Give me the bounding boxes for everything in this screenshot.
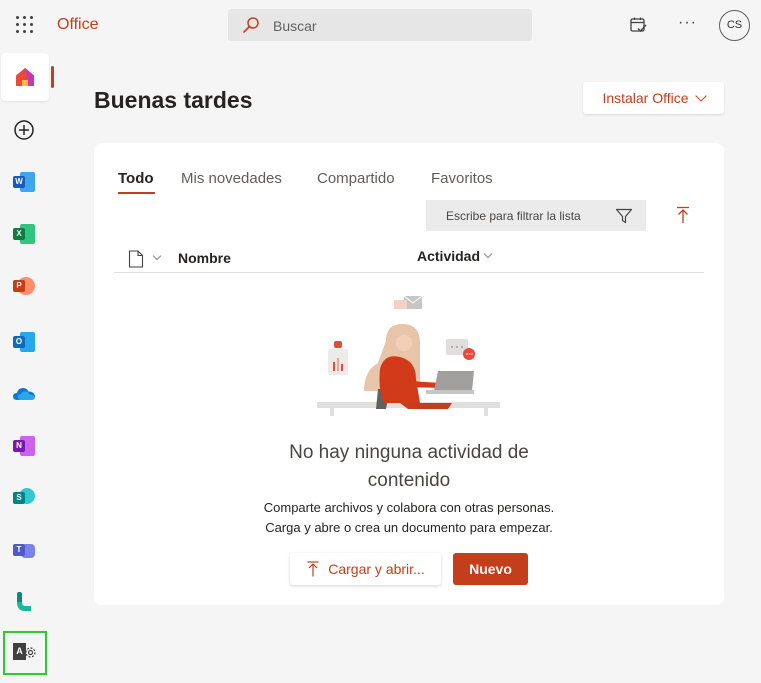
empty-title-line1: No hay ninguna actividad de — [289, 442, 529, 463]
empty-state-illustration — [317, 295, 500, 416]
app-rail: W X P O N S T — [0, 52, 49, 683]
rail-item-admin[interactable]: A — [3, 631, 47, 675]
user-avatar[interactable]: CS — [719, 10, 750, 41]
tab-mis-novedades[interactable]: Mis novedades — [181, 170, 282, 187]
rail-item-onedrive[interactable] — [0, 370, 48, 418]
app-launcher-icon[interactable] — [16, 16, 34, 34]
rail-item-create[interactable] — [0, 106, 48, 154]
tab-todo[interactable]: Todo — [118, 170, 154, 187]
home-icon — [16, 68, 34, 86]
filter-icon — [615, 208, 633, 224]
word-icon: W — [13, 172, 35, 192]
calendar-check-icon[interactable] — [628, 15, 648, 35]
rail-item-home[interactable] — [1, 53, 49, 101]
install-office-button[interactable]: Instalar Office — [583, 82, 724, 114]
teams-icon: T — [13, 540, 35, 560]
office-brand-link[interactable]: Office — [57, 16, 99, 34]
search-box[interactable]: Buscar — [228, 9, 532, 41]
filter-placeholder: Escribe para filtrar la lista — [446, 209, 581, 223]
rail-item-outlook[interactable]: O — [0, 318, 48, 366]
new-button[interactable]: Nuevo — [453, 553, 528, 585]
top-bar: Office Buscar ··· CS — [0, 0, 761, 52]
rail-item-onenote[interactable]: N — [0, 422, 48, 470]
empty-state-title: No hay ninguna actividad de contenido — [94, 439, 724, 495]
tab-favoritos[interactable]: Favoritos — [431, 170, 493, 187]
upload-icon[interactable] — [675, 206, 691, 224]
empty-sub-line2: Carga y abre o crea un documento para em… — [265, 520, 553, 535]
onenote-icon: N — [13, 436, 35, 456]
rail-item-bookings[interactable] — [0, 578, 48, 626]
bookings-icon — [17, 592, 31, 611]
active-tab-underline — [118, 192, 155, 194]
rail-item-teams[interactable]: T — [0, 526, 48, 574]
empty-title-line2: contenido — [367, 470, 451, 491]
gear-icon — [25, 647, 36, 658]
excel-icon: X — [13, 224, 35, 244]
outlook-icon: O — [13, 332, 35, 352]
chevron-down-icon[interactable] — [152, 251, 162, 261]
rail-item-word[interactable]: W — [0, 158, 48, 206]
install-office-label: Instalar Office — [602, 90, 689, 106]
powerpoint-icon: P — [13, 276, 35, 296]
chevron-down-icon[interactable] — [483, 249, 493, 259]
filter-input[interactable]: Escribe para filtrar la lista — [426, 200, 646, 231]
document-icon[interactable] — [128, 250, 144, 268]
table-header: Nombre Actividad — [114, 243, 704, 273]
sharepoint-icon: S — [13, 488, 35, 508]
search-icon — [243, 17, 259, 33]
chevron-down-icon — [694, 89, 707, 102]
empty-sub-line1: Comparte archivos y colabora con otras p… — [263, 500, 555, 515]
activity-card: Todo Mis novedades Compartido Favoritos … — [94, 143, 724, 605]
upload-icon — [307, 561, 319, 577]
rail-item-sharepoint[interactable]: S — [0, 474, 48, 522]
active-indicator — [51, 66, 54, 88]
empty-state-subtitle: Comparte archivos y colabora con otras p… — [94, 498, 724, 538]
column-header-nombre[interactable]: Nombre — [178, 250, 231, 266]
search-placeholder: Buscar — [273, 18, 317, 34]
more-options-button[interactable]: ··· — [678, 14, 697, 32]
rail-item-excel[interactable]: X — [0, 210, 48, 258]
page-title: Buenas tardes — [94, 87, 253, 113]
upload-and-open-label: Cargar y abrir... — [328, 561, 425, 577]
upload-and-open-button[interactable]: Cargar y abrir... — [290, 553, 441, 585]
column-header-actividad[interactable]: Actividad — [417, 248, 480, 264]
onedrive-icon — [13, 388, 35, 400]
rail-item-powerpoint[interactable]: P — [0, 262, 48, 310]
tab-compartido[interactable]: Compartido — [317, 170, 395, 187]
plus-circle-icon — [14, 120, 34, 140]
